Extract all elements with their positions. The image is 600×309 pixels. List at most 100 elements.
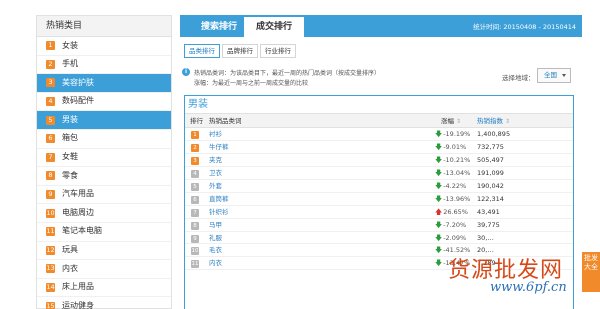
- region-value: 全国: [544, 71, 557, 79]
- sidebar-item-label: 女装: [62, 40, 78, 50]
- sidebar-item[interactable]: 5 男装: [37, 111, 171, 130]
- rank-number-badge: 4: [46, 97, 55, 107]
- sidebar-item-label: 美容护肤: [62, 77, 94, 87]
- category-sidebar: 热销类目 1 女装 2 手机 3 美容护肤 4 数码配件 5 男装 6 箱包 7 女鞋 8 零食 9 汽车用品 10…: [36, 15, 172, 309]
- keyword-link[interactable]: 内衣: [209, 257, 222, 270]
- hot-index-value: 122,314: [477, 194, 504, 203]
- chevron-down-icon: [562, 74, 566, 77]
- watermark-url: www.6pf.cn: [490, 280, 567, 295]
- change-text: -19.19%: [443, 130, 471, 138]
- hot-index-value: 30,…: [477, 233, 494, 242]
- hot-index-value: 190,042: [477, 181, 504, 190]
- keyword-link[interactable]: 衬衫: [209, 128, 222, 141]
- header-change-label: 涨幅: [441, 117, 454, 125]
- sidebar-item[interactable]: 14 床上用品: [37, 279, 171, 298]
- sort-icon: ⇕: [456, 118, 462, 125]
- subtab-brand-rank[interactable]: 品牌排行: [222, 44, 258, 58]
- sidebar-item-label: 男装: [62, 114, 78, 124]
- keyword-link[interactable]: 牛仔裤: [209, 141, 229, 154]
- sidebar-item[interactable]: 4 数码配件: [37, 93, 171, 112]
- tab-deal-rank[interactable]: 成交排行: [244, 17, 304, 37]
- sidebar-item[interactable]: 12 玩具: [37, 242, 171, 261]
- hot-index-value: 732,775: [477, 142, 504, 151]
- change-text: 26.65%: [443, 207, 468, 216]
- keyword-link[interactable]: 卫衣: [209, 167, 222, 180]
- subtab-category-rank[interactable]: 品类排行: [184, 44, 220, 58]
- change-text: -2.09%: [443, 233, 467, 242]
- sidebar-item-label: 汽车用品: [62, 189, 94, 199]
- sidebar-item[interactable]: 6 箱包: [37, 130, 171, 149]
- hot-index-value: 1,400,895: [477, 130, 511, 138]
- sidebar-item-label: 笔记本电脑: [62, 226, 102, 236]
- hot-index-value: 39,775: [477, 220, 500, 229]
- sidebar-item-label: 内衣: [62, 263, 78, 273]
- rank-badge: 9: [191, 234, 199, 243]
- watermark-badge: 批发大全: [582, 252, 600, 292]
- arrow-up-icon: 🡅: [435, 207, 443, 216]
- rank-number-badge: 10: [46, 208, 55, 218]
- sidebar-item[interactable]: 2 手机: [37, 56, 171, 75]
- rank-badge: 2: [191, 143, 199, 152]
- region-label: 选择地域：: [502, 74, 535, 82]
- sidebar-item[interactable]: 3 美容护肤: [37, 74, 171, 93]
- region-select[interactable]: 全国: [537, 68, 571, 83]
- sidebar-item[interactable]: 11 笔记本电脑: [37, 223, 171, 242]
- change-text: -7.20%: [443, 220, 467, 229]
- sidebar-item[interactable]: 9 汽车用品: [37, 186, 171, 205]
- keyword-link[interactable]: 毛衣: [209, 244, 222, 257]
- sidebar-item-label: 电脑周边: [62, 207, 94, 217]
- arrow-down-icon: 🡇: [435, 233, 443, 242]
- rank-badge: 10: [191, 247, 199, 256]
- category-list: 1 女装 2 手机 3 美容护肤 4 数码配件 5 男装 6 箱包 7 女鞋 8 零食 9 汽车用品 10 电脑周边 1…: [37, 37, 171, 309]
- sidebar-item[interactable]: 13 内衣: [37, 260, 171, 279]
- change-value: 🡇-13.04%: [435, 167, 470, 180]
- rank-badge: 5: [191, 182, 199, 191]
- keyword-link[interactable]: 夹克: [209, 154, 222, 167]
- tab-search-rank[interactable]: 搜索排行: [188, 17, 250, 37]
- arrow-down-icon: 🡇: [435, 155, 443, 164]
- info-line-2: 涨幅：为最近一周与之前一周成交量的比较: [194, 80, 309, 87]
- sidebar-item[interactable]: 1 女装: [37, 37, 171, 56]
- keyword-link[interactable]: 马甲: [209, 219, 222, 232]
- hot-index-value: 191,099: [477, 168, 504, 177]
- keyword-link[interactable]: 直筒裤: [209, 193, 229, 206]
- arrow-down-icon: 🡇: [435, 220, 443, 229]
- table-row: 8 马甲 🡇-7.20% 39,775: [185, 219, 573, 232]
- rank-number-badge: 12: [46, 245, 55, 255]
- change-value: 🡇-19.19%: [435, 128, 470, 141]
- sidebar-item[interactable]: 10 电脑周边: [37, 204, 171, 223]
- change-value: 🡇-9.01%: [435, 141, 466, 154]
- rank-badge: 6: [191, 195, 199, 204]
- arrow-down-icon: 🡇: [435, 246, 443, 255]
- arrow-down-icon: 🡇: [435, 259, 443, 268]
- table-row: 1 衬衫 🡇-19.19% 1,400,895: [185, 128, 573, 141]
- table-row: 4 卫衣 🡇-13.04% 191,099: [185, 167, 573, 180]
- table-header: 排行 热销品类词 涨幅 ⇕ 热销指数 ⇕: [185, 114, 573, 128]
- subtab-industry-rank[interactable]: 行业排行: [260, 44, 296, 58]
- sidebar-item-label: 零食: [62, 170, 78, 180]
- sidebar-item-label: 女鞋: [62, 152, 78, 162]
- rank-number-badge: 1: [46, 41, 55, 51]
- rank-number-badge: 15: [46, 301, 55, 309]
- rank-tabbar: 搜索排行 成交排行 统计时间: 20150408 - 20150414: [180, 15, 582, 37]
- rank-number-badge: 6: [46, 134, 55, 144]
- sidebar-item[interactable]: 8 零食: [37, 167, 171, 186]
- rank-number-badge: 7: [46, 152, 55, 162]
- header-rank: 排行: [190, 117, 203, 125]
- keyword-link[interactable]: 礼服: [209, 232, 222, 245]
- keyword-link[interactable]: 外套: [209, 180, 222, 193]
- header-index[interactable]: 热销指数 ⇕: [477, 114, 510, 129]
- change-value: 🡇-4.22%: [435, 180, 466, 193]
- sidebar-item[interactable]: 7 女鞋: [37, 149, 171, 168]
- rank-badge: 1: [191, 131, 199, 139]
- header-change[interactable]: 涨幅 ⇕: [441, 114, 461, 129]
- table-row: 5 外套 🡇-4.22% 190,042: [185, 180, 573, 193]
- rank-number-badge: 8: [46, 171, 55, 181]
- rank-badge: 11: [191, 260, 199, 269]
- keyword-link[interactable]: 针织衫: [209, 206, 229, 219]
- change-text: -9.01%: [443, 142, 467, 151]
- header-name: 热销品类词: [209, 117, 242, 125]
- rank-number-badge: 9: [46, 190, 55, 200]
- rank-number-badge: 5: [46, 115, 55, 125]
- sidebar-item[interactable]: 15 运动健身: [37, 297, 171, 309]
